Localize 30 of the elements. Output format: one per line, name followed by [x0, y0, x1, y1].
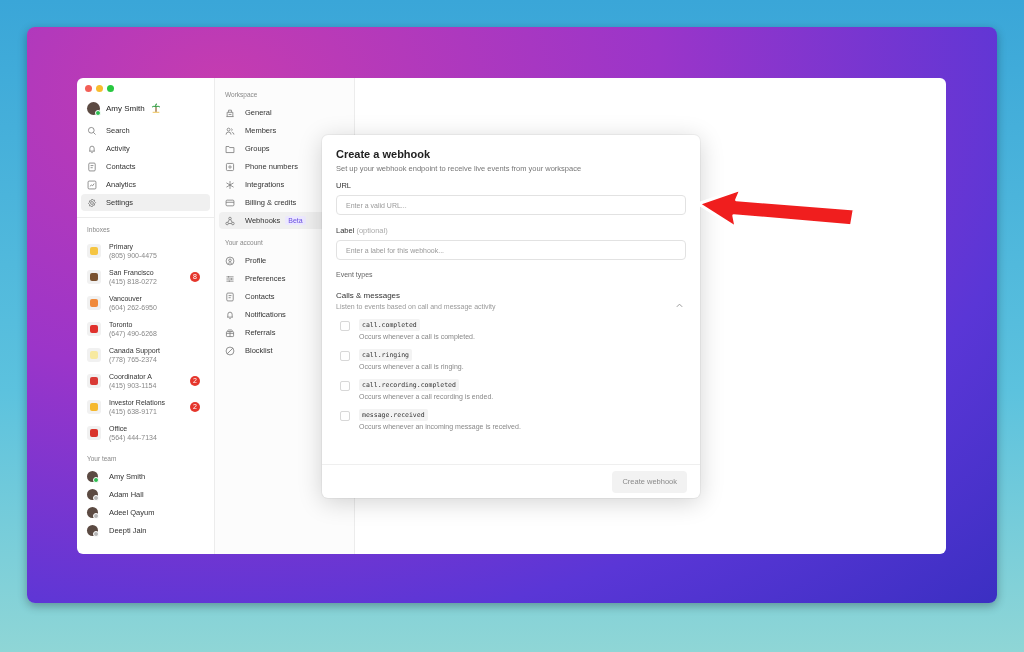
dialog-title: Create a webhook	[336, 148, 432, 160]
settings-icon	[225, 107, 235, 118]
settings-icon	[225, 197, 235, 208]
minimize-button[interactable]	[96, 85, 103, 92]
settings-icon	[225, 255, 235, 266]
settings-icon	[225, 215, 235, 226]
settings-icon	[225, 143, 235, 154]
chevron-icon[interactable]	[675, 301, 684, 310]
user-name[interactable]: Amy Smith	[106, 103, 145, 113]
checkbox[interactable]	[340, 381, 350, 391]
settings-icon	[225, 161, 235, 172]
checkbox[interactable]	[340, 351, 350, 361]
settings-icon	[225, 345, 235, 356]
group-title: Calls & messages	[336, 291, 402, 300]
nav-icon	[87, 143, 97, 154]
close-button[interactable]	[85, 85, 92, 92]
checkbox[interactable]	[340, 321, 350, 331]
palm-tree-icon	[150, 103, 161, 113]
settings-icon	[225, 309, 235, 320]
nav-icon	[87, 197, 97, 208]
checkbox[interactable]	[340, 411, 350, 421]
settings-icon	[225, 327, 235, 338]
settings-icon	[225, 273, 235, 284]
nav-icon	[87, 161, 97, 172]
settings-icon	[225, 179, 235, 190]
nav-icon	[87, 179, 97, 190]
settings-icon	[225, 125, 235, 136]
nav-icon	[87, 125, 97, 136]
maximize-button[interactable]	[107, 85, 114, 92]
settings-icon	[225, 291, 235, 302]
